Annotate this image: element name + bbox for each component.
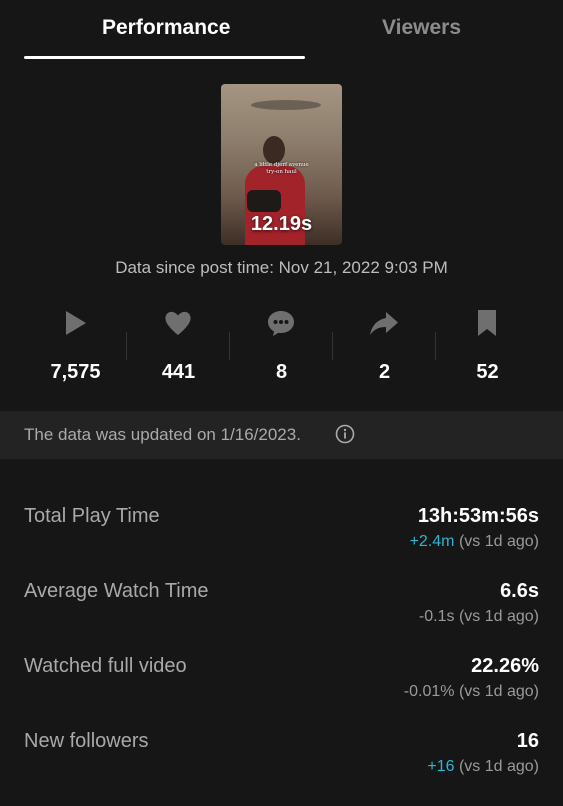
active-tab-indicator [24, 56, 305, 59]
stat-views: 7,575 [24, 300, 127, 390]
data-updated-banner: The data was updated on 1/16/2023. [0, 411, 563, 459]
delta-suffix: (vs 1d ago) [458, 683, 539, 700]
metric-value: 6.6s [500, 580, 539, 602]
metric-label: Watched full video [24, 655, 187, 677]
stat-likes-value: 441 [161, 361, 196, 383]
stat-views-value: 7,575 [50, 361, 101, 383]
overlay-line-1: a little djerf avenue [254, 162, 309, 168]
delta-value: -0.01% [403, 683, 455, 700]
info-icon[interactable] [335, 424, 355, 444]
stat-shares-value: 2 [378, 361, 391, 383]
metric-watched-full-video: Watched full video 22.26% -0.01% (vs 1d … [24, 655, 539, 715]
metric-new-followers: New followers 16 +16 (vs 1d ago) [24, 730, 539, 790]
share-icon [369, 308, 399, 338]
delta-value: +16 [427, 758, 455, 775]
metric-delta: -0.01% (vs 1d ago) [404, 683, 539, 701]
delta-value: +2.4m [409, 533, 455, 550]
tab-viewers[interactable]: Viewers [382, 16, 461, 40]
stat-comments: 8 [230, 300, 333, 390]
metric-total-play-time: Total Play Time 13h:53m:56s +2.4m (vs 1d… [24, 505, 539, 565]
metric-delta: +2.4m (vs 1d ago) [410, 533, 539, 551]
metric-value: 16 [516, 730, 539, 752]
metric-average-watch-time: Average Watch Time 6.6s -0.1s (vs 1d ago… [24, 580, 539, 640]
video-overlay-caption: a little djerf avenue try-on haul [221, 162, 342, 176]
engagement-stats: 7,575 441 8 2 52 [24, 300, 539, 390]
comment-icon [266, 308, 296, 338]
ceiling-fan-shape [251, 100, 321, 110]
delta-suffix: (vs 1d ago) [458, 608, 539, 625]
metric-label: Total Play Time [24, 505, 160, 527]
play-icon [60, 308, 90, 338]
stat-comments-value: 8 [275, 361, 288, 383]
metric-delta: -0.1s (vs 1d ago) [419, 608, 539, 626]
person-head-shape [263, 136, 285, 164]
data-since-label: Data since post time: Nov 21, 2022 9:03 … [115, 258, 448, 277]
data-updated-text: The data was updated on 1/16/2023. [24, 425, 301, 444]
delta-value: -0.1s [418, 608, 455, 625]
video-duration: 12.19s [250, 213, 313, 235]
video-thumbnail[interactable]: a little djerf avenue try-on haul 12.19s [221, 84, 342, 245]
tab-bar: Performance Viewers [0, 0, 563, 60]
delta-suffix: (vs 1d ago) [458, 533, 539, 550]
metric-value: 22.26% [471, 655, 539, 677]
stat-shares: 2 [333, 300, 436, 390]
tab-performance[interactable]: Performance [102, 16, 230, 40]
stat-saves-value: 52 [476, 361, 499, 383]
overlay-line-2: try-on haul [266, 169, 297, 175]
bookmark-icon [472, 308, 502, 338]
metric-value: 13h:53m:56s [417, 505, 539, 527]
stat-likes: 441 [127, 300, 230, 390]
metric-label: New followers [24, 730, 149, 752]
delta-suffix: (vs 1d ago) [458, 758, 539, 775]
metric-label: Average Watch Time [24, 580, 209, 602]
stat-saves: 52 [436, 300, 539, 390]
heart-icon [163, 308, 193, 338]
bag-shape [247, 190, 281, 212]
metric-delta: +16 (vs 1d ago) [427, 758, 539, 776]
